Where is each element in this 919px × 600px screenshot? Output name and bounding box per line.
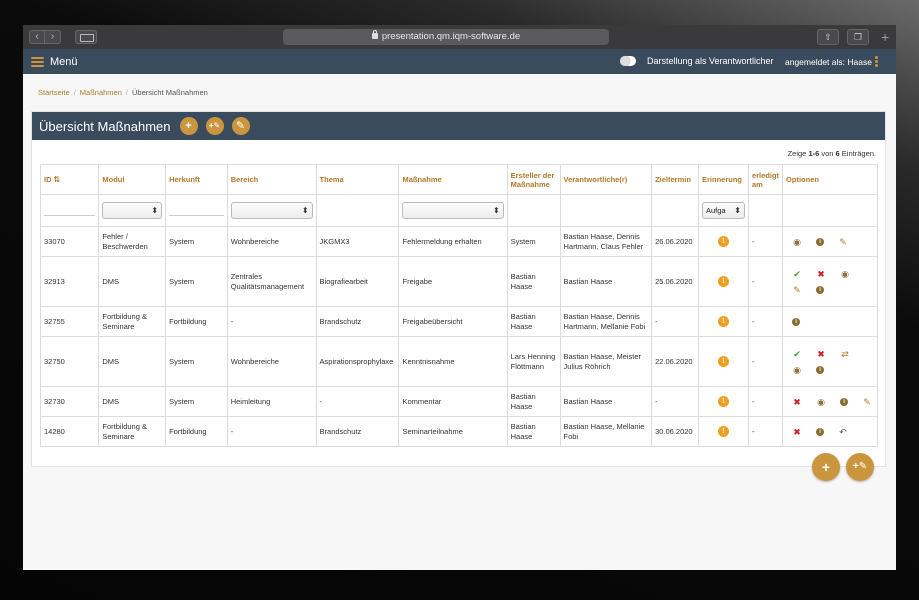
col-erinnerung[interactable]: Erinnerung [698, 164, 749, 195]
eye-icon[interactable]: ◉ [792, 237, 802, 247]
breadcrumb: Startseite / Maßnahmen / Übersicht Maßnahmen [38, 88, 208, 97]
erinnerung-filter-select[interactable]: Aufga [702, 202, 745, 219]
col-bereich[interactable]: Bereich [226, 164, 317, 195]
col-id[interactable]: ID ⇅ [39, 164, 100, 195]
sidebar-toggle-icon[interactable] [75, 30, 97, 44]
responsible-view-toggle[interactable] [620, 56, 636, 66]
info-icon[interactable]: i [792, 317, 801, 326]
modul-filter-select[interactable] [102, 202, 163, 219]
close-icon[interactable]: ✖ [816, 349, 826, 359]
screen: ‹ › presentation.qm.iqm-software.de ⇧ ❐ … [23, 25, 896, 570]
check-icon[interactable]: ✔ [792, 349, 802, 359]
info-icon[interactable]: i [816, 237, 825, 246]
browser-toolbar: ‹ › presentation.qm.iqm-software.de ⇧ ❐ … [23, 25, 896, 49]
info-icon[interactable]: i [840, 397, 849, 406]
eye-icon[interactable]: ◉ [792, 365, 802, 375]
info-icon[interactable]: i [816, 365, 825, 374]
share-icon[interactable]: ⇧ [817, 29, 839, 45]
page-title: Übersicht Maßnahmen [39, 118, 171, 134]
hamburger-icon[interactable] [31, 56, 44, 67]
col-erledigt[interactable]: erledigt am [747, 164, 784, 195]
col-modul[interactable]: Modul [98, 164, 167, 195]
pencil-icon[interactable]: ✎ [862, 397, 872, 407]
wrench-icon[interactable]: ✎ [231, 117, 250, 135]
filter-row: Aufga [39, 194, 878, 227]
tabs-icon[interactable]: ❐ [847, 29, 869, 45]
toggle-label: Darstellung als Verantwortlicher [647, 56, 774, 66]
address-bar[interactable]: presentation.qm.iqm-software.de [283, 29, 609, 45]
logged-in-user: angemeldet als: Haase [785, 57, 872, 67]
sort-icon[interactable]: ⇅ [54, 175, 61, 184]
measures-table: ID ⇅ Modul Herkunft Bereich Thema Maßnahm… [39, 164, 878, 447]
add-with-tool-fab-button[interactable]: +✎ [846, 453, 874, 481]
pencil-icon[interactable]: ✎ [792, 285, 802, 295]
breadcrumb-home[interactable]: Startseite [38, 88, 70, 97]
reminder-icon[interactable]: ! [717, 236, 729, 247]
add-with-tool-button[interactable]: +✎ [205, 117, 224, 135]
kebab-menu-icon[interactable] [875, 56, 878, 67]
id-filter-input[interactable] [44, 215, 96, 216]
table-row[interactable]: 33070 Fehler / Beschwerden System Wohnbe… [39, 226, 878, 257]
col-massnahme[interactable]: Maßnahme [398, 164, 508, 195]
reminder-icon[interactable]: ! [717, 276, 729, 287]
reminder-icon[interactable]: ! [717, 356, 729, 367]
eye-icon[interactable]: ◉ [840, 269, 850, 279]
reminder-icon[interactable]: ! [717, 426, 729, 437]
bereich-filter-select[interactable] [230, 202, 313, 219]
new-tab-icon[interactable]: + [881, 29, 889, 45]
overview-panel: Übersicht Maßnahmen + +✎ ✎ Zeige 1-6 von… [31, 111, 886, 467]
col-ersteller[interactable]: Ersteller der Maßnahme [506, 164, 561, 195]
history-nav: ‹ › [29, 30, 61, 44]
pencil-icon[interactable]: ✎ [838, 237, 848, 247]
table-row[interactable]: 32730 DMS System Heimleitung - Kommentar… [39, 386, 878, 417]
lock-icon [371, 30, 378, 39]
undo-icon[interactable]: ↶ [838, 427, 848, 437]
menu-label[interactable]: Menü [50, 56, 78, 68]
col-zieltermin[interactable]: Zieltermin [651, 164, 699, 195]
col-verantwortlich[interactable]: Verantwortliche(r) [559, 164, 653, 195]
table-row[interactable]: 14280 Fortbildung & Seminare Fortbildung… [39, 416, 878, 447]
swap-icon[interactable]: ⇄ [840, 349, 850, 359]
massnahme-filter-select[interactable] [402, 202, 504, 219]
add-fab-button[interactable]: + [812, 453, 840, 481]
app-header: Menü Darstellung als Verantwortlicher an… [23, 49, 896, 74]
table-row[interactable]: 32750 DMS System Wohnbereiche Aspiration… [39, 336, 878, 387]
check-icon[interactable]: ✔ [792, 269, 802, 279]
close-icon[interactable]: ✖ [792, 397, 802, 407]
info-icon[interactable]: i [816, 427, 825, 436]
reminder-icon[interactable]: ! [717, 396, 729, 407]
reminder-icon[interactable]: ! [717, 316, 729, 327]
close-icon[interactable]: ✖ [816, 269, 826, 279]
entries-info: Zeige 1-6 von 6 Einträgen. [787, 149, 876, 158]
table-row[interactable]: 32913 DMS System Zentrales Qualitätsmana… [39, 256, 878, 307]
table-row[interactable]: 32755 Fortbildung & Seminare Fortbildung… [39, 306, 878, 337]
url-text: presentation.qm.iqm-software.de [381, 31, 521, 42]
col-herkunft[interactable]: Herkunft [165, 164, 228, 195]
col-optionen: Optionen [782, 164, 878, 195]
panel-header: Übersicht Maßnahmen + +✎ ✎ [32, 112, 885, 140]
breadcrumb-massnahmen[interactable]: Maßnahmen [80, 88, 122, 97]
eye-icon[interactable]: ◉ [816, 397, 826, 407]
close-icon[interactable]: ✖ [792, 427, 802, 437]
breadcrumb-current: Übersicht Maßnahmen [131, 88, 208, 97]
add-button[interactable]: + [179, 117, 198, 135]
chevron-left-icon[interactable]: ‹ [29, 30, 45, 44]
info-icon[interactable]: i [816, 285, 825, 294]
col-thema[interactable]: Thema [315, 164, 400, 195]
herkunft-filter-input[interactable] [169, 215, 224, 216]
chevron-right-icon[interactable]: › [45, 30, 61, 44]
